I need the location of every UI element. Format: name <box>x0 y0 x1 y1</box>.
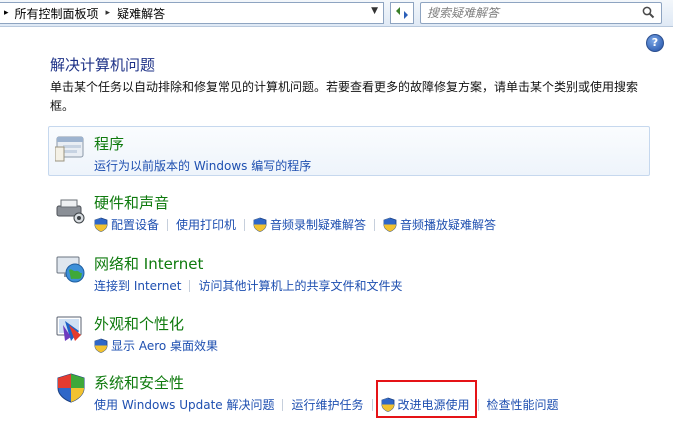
refresh-button[interactable] <box>390 2 414 24</box>
search-input[interactable] <box>425 4 629 22</box>
breadcrumb-item-troubleshooting[interactable]: 疑难解答 <box>117 5 165 22</box>
address-bar: ▸ 所有控制面板项 ▸ 疑难解答 ▼ <box>0 0 673 27</box>
page-description: 单击某个任务以自动排除和修复常见的计算机问题。若要查看更多的故障修复方案，请单击… <box>50 80 639 113</box>
link-configure-device[interactable]: 配置设备 <box>94 216 159 233</box>
page-title: 解决计算机问题 <box>50 56 156 74</box>
link-performance-issues[interactable]: 检查性能问题 <box>487 396 559 413</box>
search-icon <box>642 6 655 19</box>
programs-icon <box>55 136 84 162</box>
network-globe-icon <box>56 256 85 283</box>
category-hardware-sound[interactable]: 硬件和声音 配置设备 使用打印机 音频录制疑难解答 音频播放疑难解答 <box>48 185 650 237</box>
category-programs[interactable]: 程序 运行为以前版本的 Windows 编写的程序 <box>48 126 650 176</box>
divider <box>477 398 479 411</box>
link-audio-playback[interactable]: 音频播放疑难解答 <box>383 216 496 233</box>
help-icon[interactable]: ? <box>646 34 664 52</box>
chevron-down-icon[interactable]: ▼ <box>371 6 378 16</box>
category-title[interactable]: 网络和 Internet <box>94 253 203 274</box>
link-connect-internet[interactable]: 连接到 Internet <box>94 277 181 294</box>
link-audio-recording[interactable]: 音频录制疑难解答 <box>253 216 366 233</box>
divider <box>167 218 169 231</box>
highlight-box <box>376 380 477 418</box>
category-title[interactable]: 系统和安全性 <box>94 372 184 393</box>
refresh-icon <box>396 7 408 19</box>
breadcrumb[interactable]: ▸ 所有控制面板项 ▸ 疑难解答 ▼ <box>0 2 384 24</box>
category-title[interactable]: 硬件和声音 <box>94 192 169 213</box>
link-run-older-programs[interactable]: 运行为以前版本的 Windows 编写的程序 <box>94 157 311 174</box>
link-aero-effects[interactable]: 显示 Aero 桌面效果 <box>94 337 218 354</box>
divider <box>371 398 373 411</box>
search-box[interactable] <box>420 2 662 24</box>
uac-shield-icon <box>94 338 108 353</box>
divider <box>374 218 376 231</box>
category-title[interactable]: 外观和个性化 <box>94 313 184 334</box>
breadcrumb-separator-icon[interactable]: ▸ <box>106 8 111 18</box>
divider <box>244 218 246 231</box>
category-title[interactable]: 程序 <box>94 133 124 154</box>
link-shared-files[interactable]: 访问其他计算机上的共享文件和文件夹 <box>198 277 402 294</box>
appearance-icon <box>56 316 82 341</box>
category-appearance[interactable]: 外观和个性化 显示 Aero 桌面效果 <box>48 306 650 358</box>
category-network-internet[interactable]: 网络和 Internet 连接到 Internet 访问其他计算机上的共享文件和… <box>48 246 650 298</box>
breadcrumb-item-control-panel[interactable]: 所有控制面板项 <box>15 5 99 22</box>
link-windows-update[interactable]: 使用 Windows Update 解决问题 <box>94 396 274 413</box>
category-system-security[interactable]: 系统和安全性 使用 Windows Update 解决问题 运行维护任务 改进电… <box>48 365 650 417</box>
uac-shield-icon <box>94 217 108 232</box>
divider <box>282 398 284 411</box>
link-maintenance-tasks[interactable]: 运行维护任务 <box>291 396 363 413</box>
uac-shield-icon <box>253 217 267 232</box>
uac-shield-icon <box>383 217 397 232</box>
breadcrumb-arrow-icon[interactable]: ▸ <box>4 8 9 18</box>
security-shield-icon <box>57 373 85 403</box>
link-use-printer[interactable]: 使用打印机 <box>176 216 236 233</box>
hardware-sound-icon <box>56 199 85 224</box>
divider <box>189 279 191 292</box>
